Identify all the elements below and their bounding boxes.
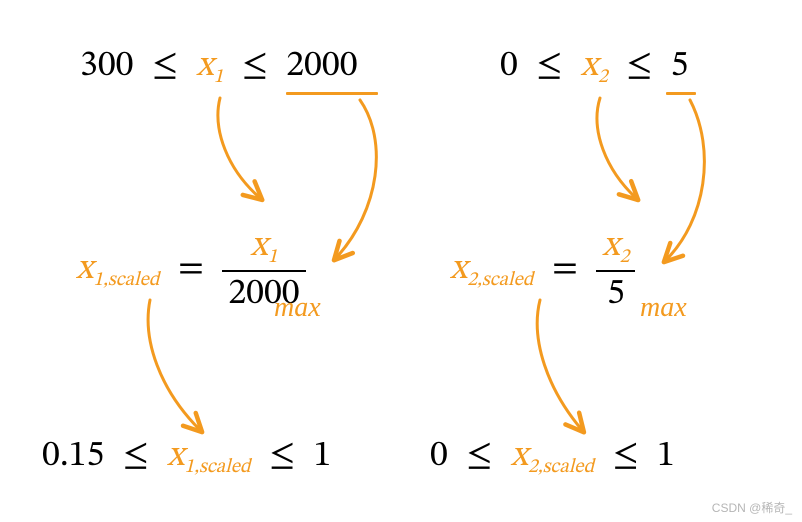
right-result-high: 1 (657, 438, 675, 474)
left-frac-num: x1 (222, 228, 305, 270)
right-high-underline (666, 92, 696, 95)
eq-op: = (168, 251, 214, 287)
right-range-high: 5 (671, 48, 689, 84)
le-op: ≤ (259, 438, 305, 474)
left-high-underline (286, 92, 378, 95)
right-max-label: max (640, 292, 687, 324)
left-range-expression: 300 ≤ x1 ≤ 2000 (80, 48, 358, 88)
right-scaled-expression: x2,scaled = x2 5 (450, 228, 635, 312)
right-range-expression: 0 ≤ x2 ≤ 5 (500, 48, 688, 88)
left-scaled-expression: x1,scaled = x1 2000 (76, 228, 306, 312)
left-max-label: max (274, 292, 321, 324)
right-frac-den: 5 (596, 270, 635, 312)
le-op: ≤ (113, 438, 159, 474)
left-result-expression: 0.15 ≤ x1,scaled ≤ 1 (42, 438, 331, 478)
left-result-var: x1,scaled (167, 438, 250, 474)
left-range-var: x1 (196, 48, 223, 84)
left-scaled-var: x1,scaled (76, 251, 159, 287)
left-result-high: 1 (313, 438, 331, 474)
right-range-var: x2 (581, 48, 608, 84)
left-range-high: 2000 (286, 48, 357, 84)
le-op: ≤ (142, 48, 188, 84)
le-op: ≤ (456, 438, 502, 474)
right-result-expression: 0 ≤ x2,scaled ≤ 1 (430, 438, 675, 478)
right-range-low: 0 (500, 48, 518, 84)
arrow-left-scaled-to-result (148, 300, 200, 430)
le-op: ≤ (526, 48, 572, 84)
le-op: ≤ (603, 438, 649, 474)
diagram-root: 300 ≤ x1 ≤ 2000 x1,scaled = x1 2000 max … (0, 0, 802, 522)
right-frac-num: x2 (596, 228, 635, 270)
le-op: ≤ (616, 48, 662, 84)
right-scaled-var: x2,scaled (450, 251, 533, 287)
arrow-right-var-to-num (597, 98, 636, 198)
eq-op: = (542, 251, 588, 287)
right-result-var: x2,scaled (511, 438, 594, 474)
left-range-low: 300 (80, 48, 133, 84)
arrow-right-high-to-den (666, 100, 704, 260)
le-op: ≤ (232, 48, 278, 84)
arrow-left-high-to-den (336, 100, 376, 258)
left-result-low: 0.15 (42, 438, 104, 474)
arrow-left-var-to-num (218, 98, 260, 198)
right-result-low: 0 (430, 438, 448, 474)
arrow-right-scaled-to-result (537, 300, 582, 430)
right-fraction: x2 5 (596, 228, 635, 312)
watermark: CSDN @稀奇_ (712, 499, 792, 516)
